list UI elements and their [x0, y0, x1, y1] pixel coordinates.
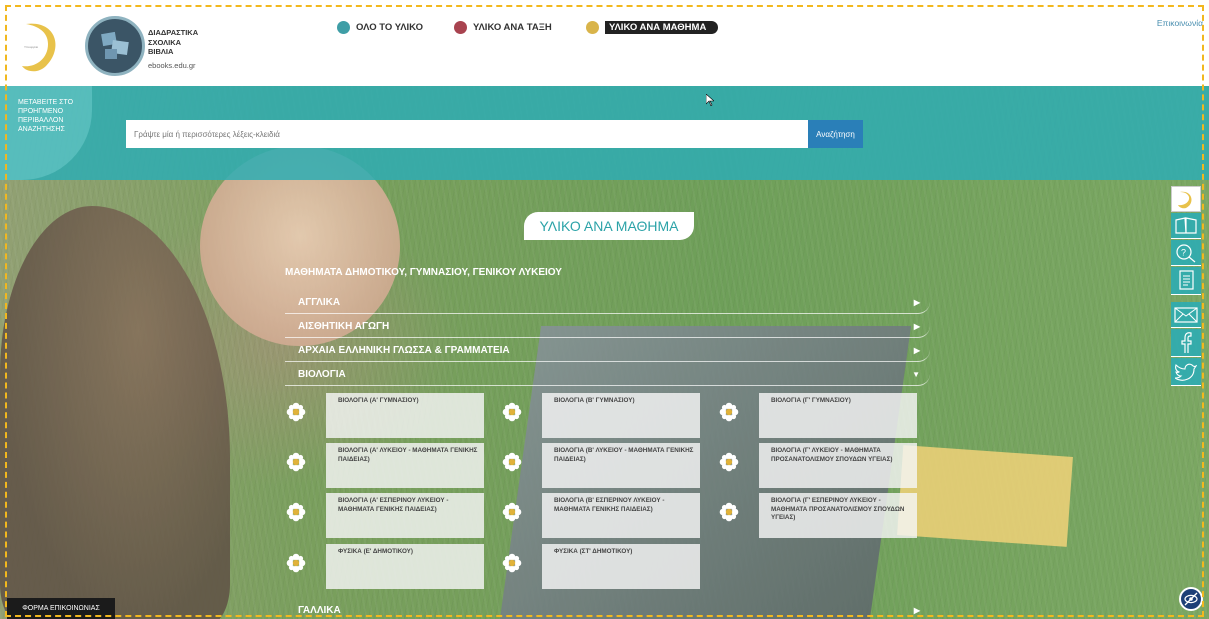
nav-all-material[interactable]: ΟΛΟ ΤΟ ΥΛΙΚΟ [337, 19, 423, 35]
book-card[interactable]: ΦΥΣΙΚΑ (Ε' ΔΗΜΟΤΙΚΟΥ) [326, 544, 484, 589]
category-biology[interactable]: ΒΙΟΛΟΓΙΑ ▼ [285, 364, 930, 386]
site-header: Υπουργείο ΔΙΑΔΡΑΣΤΙΚΑ ΣΧΟΛΙΚΑ ΒΙΒΛΙΑ ebo… [0, 0, 1209, 86]
nav-by-grade[interactable]: ΥΛΙΚΟ ΑΝΑ ΤΑΞΗ [454, 19, 552, 35]
document-icon [1179, 269, 1194, 290]
arrow-right-icon: ▶ [913, 606, 920, 615]
svg-text:?: ? [1181, 247, 1186, 257]
mouse-cursor-icon [706, 94, 714, 106]
flower-icon [719, 502, 739, 522]
accessibility-button[interactable] [1179, 587, 1203, 611]
nav-by-subject[interactable]: ΥΛΙΚΟ ΑΝΑ ΜΑΘΗΜΑ [586, 19, 719, 35]
twitter-icon [1175, 363, 1197, 381]
help-side-button[interactable]: ? [1171, 240, 1201, 266]
flower-icon [286, 402, 306, 422]
arrow-right-icon: ▶ [913, 298, 920, 307]
logo-icon [1178, 191, 1192, 209]
eye-slash-icon [1184, 592, 1198, 606]
search-input[interactable] [126, 120, 808, 148]
facebook-icon [1181, 331, 1192, 353]
document-side-button[interactable] [1171, 267, 1201, 295]
twitter-side-button[interactable] [1171, 358, 1201, 386]
arrow-right-icon: ▶ [913, 322, 920, 331]
brand-url: ebooks.edu.gr [148, 61, 196, 70]
flower-icon [286, 452, 306, 472]
flower-icon [286, 502, 306, 522]
mail-icon [1174, 306, 1198, 323]
book-card[interactable]: ΒΙΟΛΟΓΙΑ (Β' ΓΥΜΝΑΣΙΟΥ) [542, 393, 700, 438]
dot-icon [586, 20, 599, 34]
brand-title: ΔΙΑΔΡΑΣΤΙΚΑ ΣΧΟΛΙΚΑ ΒΙΒΛΙΑ [148, 28, 199, 56]
contact-link[interactable]: Επικοινωνία [1157, 18, 1203, 28]
book-card[interactable]: ΒΙΟΛΟΓΙΑ (Β' ΛΥΚΕΙΟΥ - ΜΑΘΗΜΑΤΑ ΓΕΝΙΚΗΣ … [542, 443, 700, 488]
book-icon [1175, 216, 1197, 234]
facebook-side-button[interactable] [1171, 329, 1201, 357]
help-icon: ? [1176, 243, 1196, 262]
book-card[interactable]: ΒΙΟΛΟΓΙΑ (Α' ΕΣΠΕΡΙΝΟΥ ΛΥΚΕΙΟΥ - ΜΑΘΗΜΑΤ… [326, 493, 484, 538]
search-section: ΜΕΤΑΒΕΙΤΕ ΣΤΟ ΠΡΟΗΓΜΕΝΟ ΠΕΡΙΒΑΛΛΟΝ ΑΝΑΖΗ… [0, 86, 1209, 180]
book-card[interactable]: ΒΙΟΛΟΓΙΑ (Γ' ΛΥΚΕΙΟΥ - ΜΑΘΗΜΑΤΑ ΠΡΟΣΑΝΑΤ… [759, 443, 917, 488]
page: Υπουργείο ΔΙΑΔΡΑΣΤΙΚΑ ΣΧΟΛΙΚΑ ΒΙΒΛΙΑ ebo… [0, 0, 1209, 619]
arrow-right-icon: ▶ [913, 346, 920, 355]
section-title: ΥΛΙΚΟ ΑΝΑ ΜΑΘΗΜΑ [524, 212, 694, 240]
book-card[interactable]: ΒΙΟΛΟΓΙΑ (Γ' ΓΥΜΝΑΣΙΟΥ) [759, 393, 917, 438]
book-card[interactable]: ΒΙΟΛΟΓΙΑ (Β' ΕΣΠΕΡΙΝΟΥ ΛΥΚΕΙΟΥ - ΜΑΘΗΜΑΤ… [542, 493, 700, 538]
flower-icon [502, 452, 522, 472]
flower-icon [719, 452, 739, 472]
book-card[interactable]: ΒΙΟΛΟΓΙΑ (Α' ΛΥΚΕΙΟΥ - ΜΑΘΗΜΑΤΑ ΓΕΝΙΚΗΣ … [326, 443, 484, 488]
category-ancient-greek[interactable]: ΑΡΧΑΙΑ ΕΛΛΗΝΙΚΗ ΓΛΩΣΣΑ & ΓΡΑΜΜΑΤΕΙΑ ▶ [285, 340, 930, 362]
flower-icon [502, 553, 522, 573]
ebooks-logo[interactable] [85, 16, 145, 76]
ministry-logo: Υπουργείο [22, 23, 56, 72]
flower-icon [502, 502, 522, 522]
flower-icon [502, 402, 522, 422]
advanced-search-link[interactable]: ΜΕΤΑΒΕΙΤΕ ΣΤΟ ΠΡΟΗΓΜΕΝΟ ΠΕΡΙΒΑΛΛΟΝ ΑΝΑΖΗ… [18, 98, 78, 134]
arrow-down-icon: ▼ [912, 370, 920, 379]
book-card[interactable]: ΒΙΟΛΟΓΙΑ (Α' ΓΥΜΝΑΣΙΟΥ) [326, 393, 484, 438]
book-card[interactable]: ΒΙΟΛΟΓΙΑ (Γ' ΕΣΠΕΡΙΝΟΥ ΛΥΚΕΙΟΥ - ΜΑΘΗΜΑΤ… [759, 493, 917, 538]
category-french[interactable]: ΓΑΛΛΙΚΑ ▶ [285, 600, 930, 619]
dot-icon [337, 20, 350, 34]
logo-side-button[interactable] [1171, 186, 1201, 212]
dot-icon [454, 20, 467, 34]
search-button[interactable]: Αναζήτηση [808, 120, 863, 148]
book-card[interactable]: ΦΥΣΙΚΑ (ΣΤ' ΔΗΜΟΤΙΚΟΥ) [542, 544, 700, 589]
flower-icon [286, 553, 306, 573]
flower-icon [719, 402, 739, 422]
book-side-button[interactable] [1171, 213, 1201, 239]
svg-text:Υπουργείο: Υπουργείο [24, 45, 39, 49]
mail-side-button[interactable] [1171, 302, 1201, 328]
category-english[interactable]: ΑΓΓΛΙΚΑ ▶ [285, 292, 930, 314]
group-title: ΜΑΘΗΜΑΤΑ ΔΗΜΟΤΙΚΟΥ, ΓΥΜΝΑΣΙΟΥ, ΓΕΝΙΚΟΥ Λ… [285, 267, 562, 278]
category-aesthetic[interactable]: ΑΙΣΘΗΤΙΚΗ ΑΓΩΓΗ ▶ [285, 316, 930, 338]
contact-form-button[interactable]: ΦΟΡΜΑ ΕΠΙΚΟΙΝΩΝΙΑΣ [7, 598, 115, 619]
